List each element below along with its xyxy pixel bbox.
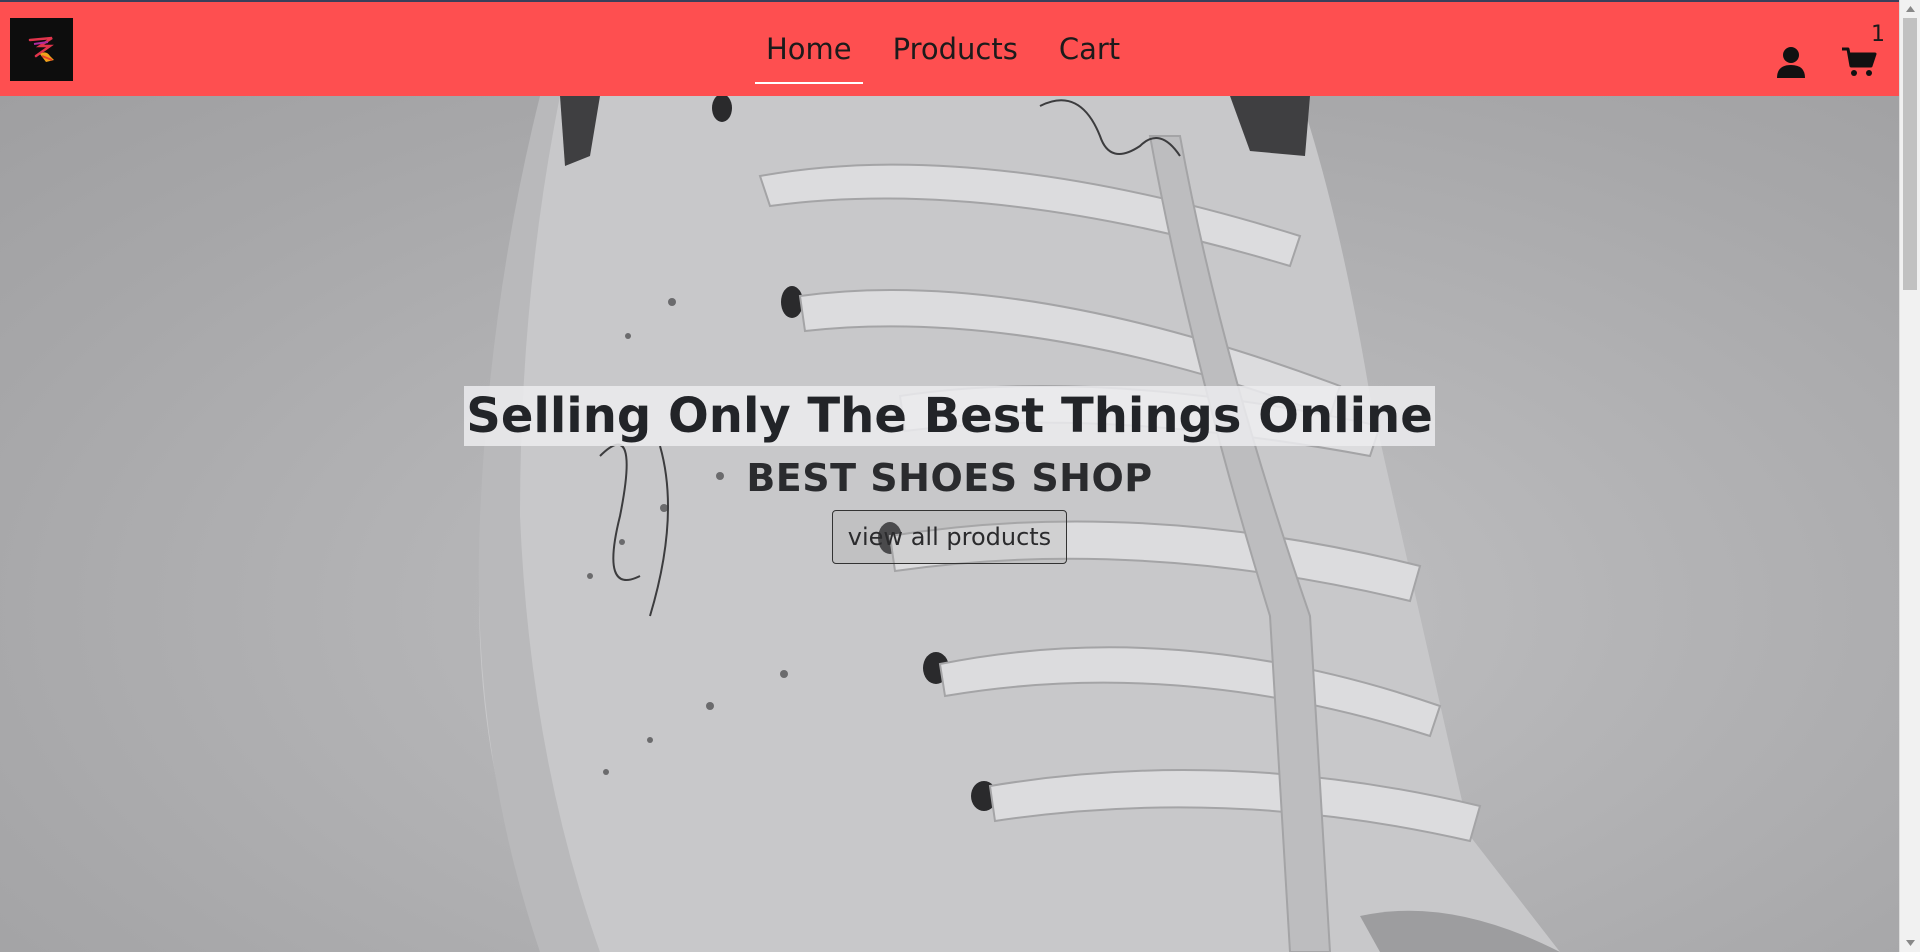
- hero-subtitle: BEST SHOES SHOP: [746, 456, 1153, 500]
- top-navbar: Home Products Cart 1: [0, 0, 1899, 96]
- logo[interactable]: [10, 18, 73, 81]
- account-button[interactable]: [1771, 42, 1811, 82]
- main-nav: Home Products Cart: [755, 16, 1150, 86]
- page: Home Products Cart 1 Selling Only The Be…: [0, 0, 1899, 952]
- hero-title: Selling Only The Best Things Online: [464, 386, 1435, 446]
- user-icon: [1777, 47, 1805, 78]
- nav-home-link[interactable]: Home: [755, 16, 863, 84]
- nav-actions: 1: [1771, 22, 1885, 82]
- nav-products-link[interactable]: Products: [882, 16, 1029, 84]
- scrollbar-thumb[interactable]: [1903, 18, 1917, 290]
- view-all-products-button[interactable]: view all products: [831, 510, 1068, 564]
- hero-banner: Selling Only The Best Things Online BEST…: [0, 96, 1899, 952]
- scroll-down-arrow-icon[interactable]: [1900, 934, 1920, 952]
- cart-button[interactable]: 1: [1839, 22, 1885, 82]
- vertical-scrollbar[interactable]: [1899, 0, 1920, 952]
- shoe-logo-icon: [28, 36, 54, 62]
- cart-count-badge: 1: [1871, 22, 1885, 47]
- scroll-up-arrow-icon[interactable]: [1900, 0, 1920, 18]
- shopping-cart-icon: [1842, 47, 1877, 76]
- nav-cart-link[interactable]: Cart: [1048, 16, 1131, 84]
- hero-content: Selling Only The Best Things Online BEST…: [0, 386, 1899, 564]
